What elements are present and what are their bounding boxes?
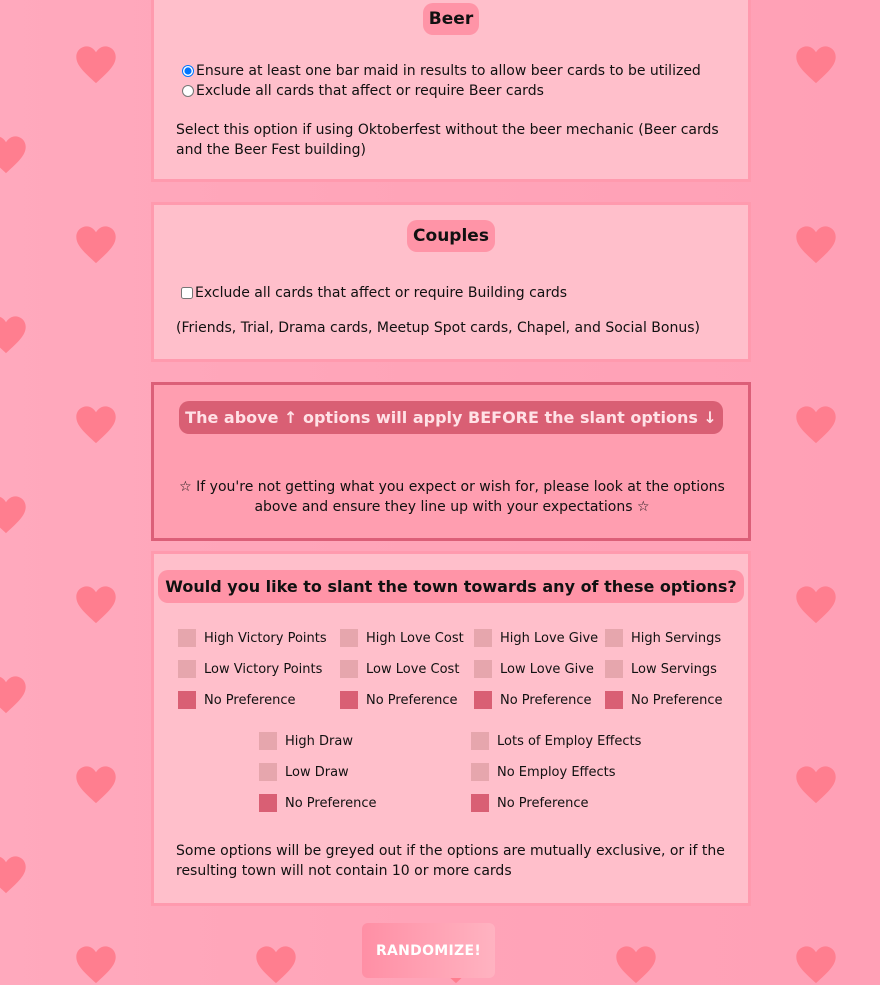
slant-option-box[interactable] xyxy=(474,629,492,647)
slant-option-label: No Preference xyxy=(366,692,458,708)
slant-option[interactable]: No Employ Effects xyxy=(471,763,616,781)
slant-title: Would you like to slant the town towards… xyxy=(158,570,744,603)
slant-option[interactable]: Low Love Cost xyxy=(340,660,459,678)
slant-option[interactable]: High Love Give xyxy=(474,629,598,647)
heart-icon xyxy=(255,945,297,985)
couples-title: Couples xyxy=(407,220,495,252)
slant-option-label: No Preference xyxy=(285,795,377,811)
heart-icon xyxy=(795,585,837,627)
couples-panel: Couples Exclude all cards that affect or… xyxy=(151,202,751,362)
slant-option-label: Low Love Give xyxy=(500,661,594,677)
heart-icon xyxy=(0,675,27,717)
slant-option[interactable]: No Preference xyxy=(259,794,377,812)
slant-option-box[interactable] xyxy=(471,763,489,781)
slant-option-box[interactable] xyxy=(340,691,358,709)
exclude-building-checkbox[interactable] xyxy=(181,287,193,299)
slant-option-box[interactable] xyxy=(178,691,196,709)
slant-option[interactable]: No Preference xyxy=(340,691,458,709)
slant-option-box[interactable] xyxy=(605,629,623,647)
slant-option-box[interactable] xyxy=(259,794,277,812)
slant-option-label: No Preference xyxy=(500,692,592,708)
beer-panel: Beer Ensure at least one bar maid in res… xyxy=(151,0,751,182)
slant-option[interactable]: High Victory Points xyxy=(178,629,327,647)
slant-option[interactable]: Low Love Give xyxy=(474,660,594,678)
slant-option-label: Low Draw xyxy=(285,764,349,780)
heart-icon xyxy=(75,45,117,87)
slant-option-box[interactable] xyxy=(259,732,277,750)
heart-icon xyxy=(795,45,837,87)
slant-option-box[interactable] xyxy=(178,629,196,647)
slant-option-box[interactable] xyxy=(340,660,358,678)
heart-icon xyxy=(795,765,837,807)
exclude-beer-radio[interactable] xyxy=(182,85,194,97)
slant-option-label: No Employ Effects xyxy=(497,764,616,780)
slant-option-box[interactable] xyxy=(340,629,358,647)
exclude-building-option[interactable]: Exclude all cards that affect or require… xyxy=(181,285,567,301)
slant-option-box[interactable] xyxy=(605,660,623,678)
ensure-bar-maid-radio[interactable] xyxy=(182,65,194,77)
warning-panel: The above ↑ options will apply BEFORE th… xyxy=(151,382,751,541)
heart-icon xyxy=(75,945,117,985)
ensure-bar-maid-option[interactable]: Ensure at least one bar maid in results … xyxy=(182,63,701,79)
randomize-button[interactable]: RANDOMIZE! xyxy=(362,923,495,978)
slant-option[interactable]: Low Servings xyxy=(605,660,717,678)
slant-option-label: No Preference xyxy=(631,692,723,708)
heart-icon xyxy=(75,405,117,447)
heart-icon xyxy=(0,135,27,177)
warning-text: ☆ If you're not getting what you expect … xyxy=(179,479,725,515)
heart-icon xyxy=(0,495,27,537)
slant-option-label: Low Servings xyxy=(631,661,717,677)
slant-option-box[interactable] xyxy=(471,794,489,812)
slant-option-label: High Love Give xyxy=(500,630,599,646)
beer-title: Beer xyxy=(422,3,480,35)
slant-option-label: High Draw xyxy=(285,733,353,749)
exclude-building-label: Exclude all cards that affect or require… xyxy=(195,285,568,301)
heart-icon xyxy=(795,945,837,985)
heart-icon xyxy=(0,315,27,357)
heart-icon xyxy=(795,405,837,447)
slant-option[interactable]: High Draw xyxy=(259,732,353,750)
slant-option-label: Lots of Employ Effects xyxy=(497,733,642,749)
slant-option-box[interactable] xyxy=(605,691,623,709)
slant-option-box[interactable] xyxy=(474,691,492,709)
slant-option-label: High Victory Points xyxy=(204,630,327,646)
slant-option-box[interactable] xyxy=(259,763,277,781)
slant-option-box[interactable] xyxy=(474,660,492,678)
slant-option[interactable]: No Preference xyxy=(178,691,296,709)
slant-option[interactable]: No Preference xyxy=(474,691,592,709)
slant-option-label: High Servings xyxy=(631,630,722,646)
slant-option-box[interactable] xyxy=(471,732,489,750)
ensure-bar-maid-label: Ensure at least one bar maid in results … xyxy=(196,63,701,79)
heart-icon xyxy=(75,765,117,807)
exclude-beer-option[interactable]: Exclude all cards that affect or require… xyxy=(182,83,701,99)
beer-note: Select this option if using Oktoberfest … xyxy=(176,122,719,158)
slant-option[interactable]: Low Victory Points xyxy=(178,660,322,678)
heart-icon xyxy=(795,225,837,267)
slant-option[interactable]: No Preference xyxy=(605,691,723,709)
heart-icon xyxy=(0,855,27,897)
slant-note: Some options will be greyed out if the o… xyxy=(176,843,725,879)
heart-icon xyxy=(75,585,117,627)
slant-option-label: High Love Cost xyxy=(366,630,464,646)
slant-option[interactable]: High Servings xyxy=(605,629,721,647)
slant-option-label: No Preference xyxy=(497,795,589,811)
slant-option[interactable]: Low Draw xyxy=(259,763,349,781)
slant-option-label: No Preference xyxy=(204,692,296,708)
couples-note: (Friends, Trial, Drama cards, Meetup Spo… xyxy=(176,320,700,336)
slant-option[interactable]: High Love Cost xyxy=(340,629,464,647)
slant-option-label: Low Victory Points xyxy=(204,661,323,677)
exclude-beer-label: Exclude all cards that affect or require… xyxy=(196,83,544,99)
heart-icon xyxy=(75,225,117,267)
slant-option-box[interactable] xyxy=(178,660,196,678)
heart-icon xyxy=(615,945,657,985)
slant-option[interactable]: Lots of Employ Effects xyxy=(471,732,641,750)
warning-title: The above ↑ options will apply BEFORE th… xyxy=(179,401,723,434)
slant-option[interactable]: No Preference xyxy=(471,794,589,812)
slant-panel: Would you like to slant the town towards… xyxy=(151,551,751,906)
slant-option-label: Low Love Cost xyxy=(366,661,460,677)
